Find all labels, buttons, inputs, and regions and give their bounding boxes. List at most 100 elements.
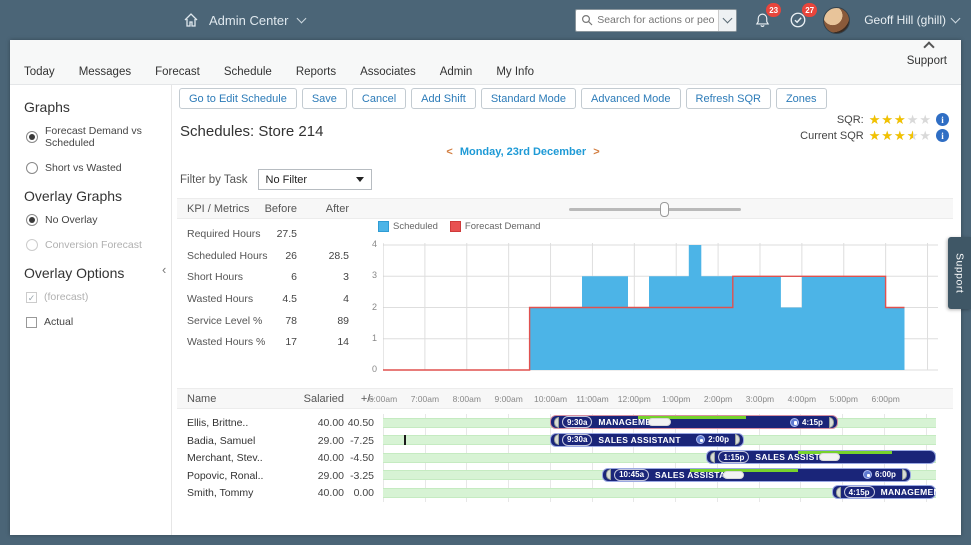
kpi-metrics-header: KPI / Metrics [187,203,249,215]
shift-timeline: 10:45aSALES ASSISTANT6:00p [383,467,936,484]
kpi-table: Required Hours27.5Scheduled Hours2628.5S… [177,225,377,355]
tasks-button[interactable]: 27 [787,9,809,31]
shift-start-cap [554,434,559,445]
kpi-after-value: 4 [309,293,349,305]
radio-short-vs-wasted[interactable]: Short vs Wasted [26,162,171,174]
salaried-hours: 40.00 [292,452,344,464]
task-filter-label: Filter by Task [180,174,248,186]
add-shift-button[interactable]: Add Shift [411,88,476,109]
option-label: (forecast) [44,291,88,303]
shift-start-cap [606,469,611,480]
user-menu[interactable]: Geoff Hill (ghill) [864,13,959,27]
kpi-row: Wasted Hours4.54 [177,290,377,312]
checkbox-actual[interactable]: Actual [26,316,171,328]
time-tick-label: 1:00pm [662,394,690,404]
salaried-column-header: Salaried [292,393,344,405]
star-icon: ★★ [869,113,881,126]
avatar[interactable] [823,7,850,34]
zones-button[interactable]: Zones [776,88,827,109]
sqr-star-rating: ★★★★★★★★★★ [869,113,931,126]
shift-role-label: MANAGEMENT [881,487,936,497]
shift-end-time: 4:15p [802,418,823,427]
tab-messages[interactable]: Messages [79,66,131,78]
prev-day-button[interactable]: < [442,146,456,158]
time-tick-label: 12:00pm [618,394,651,404]
slider-handle[interactable] [660,202,669,217]
roster-row: Ellis, Brittne..40.0040.509:30aMANAGEMEN… [177,414,953,431]
refresh-sqr-button[interactable]: Refresh SQR [686,88,771,109]
kpi-row: Required Hours27.5 [177,225,377,247]
support-side-tab[interactable]: Support [948,237,971,309]
home-icon[interactable] [183,12,199,28]
scheduled-legend-swatch [378,221,389,232]
shift-end-cap [735,434,740,445]
tab-admin[interactable]: Admin [440,66,473,78]
shift-end-cap [902,469,907,480]
shift-bar[interactable]: 4:15p MANAGEMENT [832,485,936,499]
option-label: Actual [44,316,73,328]
time-tick-label: 9:00am [494,394,522,404]
shift-end-time: 6:00p [875,470,896,479]
shift-start-time: 10:45a [614,469,649,481]
time-tick-label: 2:00pm [704,394,732,404]
shift-end-group: 6:00p [863,469,907,480]
kpi-row: Wasted Hours %1714 [177,333,377,355]
standard-mode-button[interactable]: Standard Mode [481,88,576,109]
page-title: Schedules: Store 214 [180,123,323,140]
app-title: Admin Center [209,13,288,28]
checkbox-icon: ✓ [26,292,37,303]
shift-end-time: 2:00p [708,435,729,444]
name-column-header: Name [187,393,216,405]
time-tick-label: 3:00pm [746,394,774,404]
advanced-mode-button[interactable]: Advanced Mode [581,88,681,109]
task-filter: Filter by Task No Filter [180,169,372,190]
hours-delta: 0.00 [344,487,374,499]
date-navigator: < Monday, 23rd December > [413,146,633,158]
current-sqr-info-icon[interactable]: i [936,129,949,142]
sidebar-collapse-chevron-icon[interactable]: ‹ [162,262,166,277]
radio-icon [26,239,38,251]
roster-row: Smith, Tommy40.000.004:15pMANAGEMENT [177,484,953,501]
chart-zoom-slider[interactable] [569,208,741,211]
shift-start-time: 1:15p [718,451,749,463]
associate-name: Popovic, Ronal.. [187,470,263,482]
tab-my-info[interactable]: My Info [496,66,534,78]
kpi-after-value: 28.5 [309,250,349,262]
star-icon: ★★ [881,129,893,142]
shift-timeline: 4:15p MANAGEMENT [383,484,936,501]
global-search[interactable] [575,9,737,32]
notifications-button[interactable]: 23 [751,9,773,31]
worked-segment-stripe [798,451,892,454]
tab-reports[interactable]: Reports [296,66,336,78]
search-input[interactable] [593,14,718,26]
kpi-row: Service Level %7889 [177,312,377,334]
shift-start-time: 4:15p [844,486,875,498]
kpi-metric-label: Scheduled Hours [187,250,268,262]
star-icon: ★★ [869,129,881,142]
shift-start-time: 9:30a [562,416,592,428]
cancel-button[interactable]: Cancel [352,88,406,109]
meal-break-block [723,471,744,479]
go-to-edit-schedule-button[interactable]: Go to Edit Schedule [179,88,297,109]
tab-associates[interactable]: Associates [360,66,416,78]
shift-timeline: 9:30aSALES ASSISTANT2:00p [383,432,936,449]
task-filter-select[interactable]: No Filter [258,169,372,190]
radio-forecast-demand-vs-scheduled[interactable]: Forecast Demand vs Scheduled [26,125,171,149]
search-scope-chevron-icon[interactable] [718,10,736,31]
radio-conversion-forecast[interactable]: Conversion Forecast [26,239,171,251]
associate-name: Ellis, Brittne.. [187,417,248,429]
roster-row: Merchant, Stev..40.00-4.501:15pSALES ASS… [177,449,953,466]
checkbox--forecast-[interactable]: ✓ (forecast) [26,291,171,303]
support-link[interactable]: Support [907,55,947,67]
sqr-info-icon[interactable]: i [936,113,949,126]
save-button[interactable]: Save [302,88,347,109]
shift-bar[interactable]: 9:30aSALES ASSISTANT2:00p [550,433,744,447]
next-day-button[interactable]: > [589,146,603,158]
tab-today[interactable]: Today [24,66,55,78]
shift-end-group: 4:15p [790,417,834,428]
app-menu-chevron-icon[interactable] [297,14,307,24]
tab-schedule[interactable]: Schedule [224,66,272,78]
tab-forecast[interactable]: Forecast [155,66,200,78]
radio-no-overlay[interactable]: No Overlay [26,214,171,226]
collapse-header-chevron-up-icon[interactable] [923,41,934,52]
